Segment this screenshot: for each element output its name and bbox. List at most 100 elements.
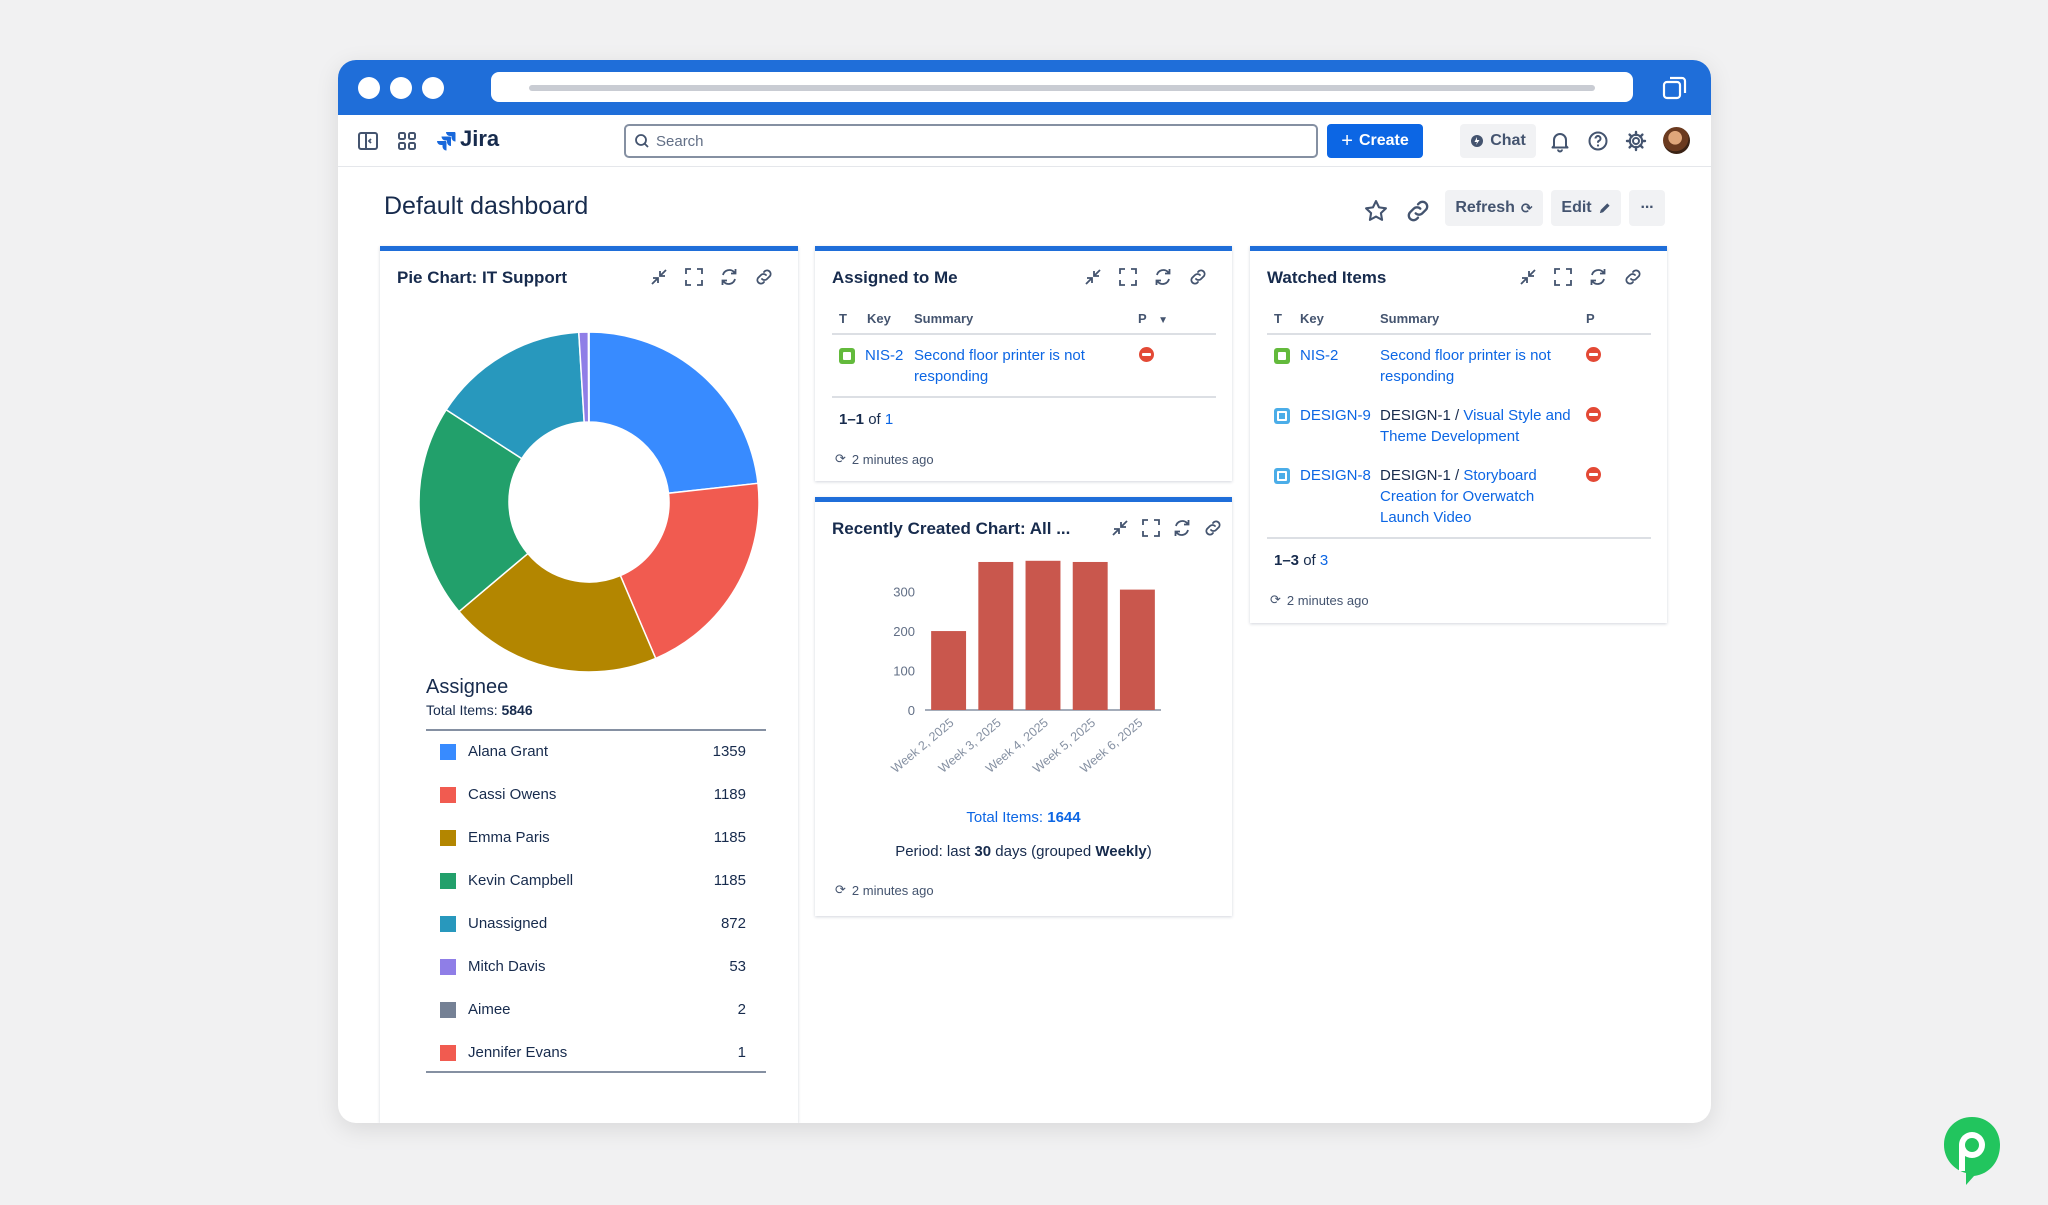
window-minimize-dot[interactable] — [390, 77, 412, 99]
col-header-priority[interactable]: P — [1586, 311, 1595, 326]
issue-key-link[interactable]: NIS-2 — [1300, 345, 1338, 366]
fullscreen-icon[interactable] — [1552, 266, 1574, 288]
table-divider — [1267, 537, 1651, 539]
window-maximize-dot[interactable] — [422, 77, 444, 99]
last-updated-text: 2 minutes ago — [851, 882, 934, 898]
create-button[interactable]: + Create — [1327, 124, 1423, 158]
priority-blocker-icon — [1139, 347, 1154, 362]
minimize-icon[interactable] — [1517, 266, 1539, 288]
search-box[interactable] — [624, 124, 1318, 158]
search-input[interactable] — [656, 130, 1296, 152]
bar[interactable] — [1119, 589, 1155, 710]
col-header-priority-label: P — [1138, 311, 1147, 326]
table-divider — [1267, 333, 1651, 335]
chat-label: Chat — [1490, 132, 1526, 149]
legend-item[interactable]: Unassigned 872 — [432, 914, 760, 934]
legend-item[interactable]: Kevin Campbell 1185 — [432, 871, 760, 891]
legend-count: 1359 — [712, 743, 746, 760]
legend-name: Aimee — [468, 1001, 511, 1018]
issue-summary-link[interactable]: Second floor printer is not responding — [1380, 347, 1551, 385]
chat-button[interactable]: Chat — [1460, 124, 1536, 158]
refresh-small-icon: ⟳ — [835, 451, 846, 466]
last-updated: ⟳ 2 minutes ago — [835, 451, 934, 467]
minimize-icon[interactable] — [1109, 517, 1131, 539]
legend-item[interactable]: Jennifer Evans 1 — [432, 1043, 760, 1063]
legend-divider-top — [426, 729, 766, 731]
chart-total-items: Total Items: 1644 — [815, 809, 1232, 826]
pagination: 1–3 of 3 — [1274, 552, 1328, 569]
edit-button[interactable]: Edit — [1551, 190, 1621, 226]
legend-title: Assignee — [426, 676, 509, 698]
star-icon[interactable] — [1362, 197, 1390, 225]
col-header-type[interactable]: T — [1274, 311, 1282, 326]
refresh-icon[interactable] — [718, 266, 740, 288]
legend-item[interactable]: Alana Grant 1359 — [432, 742, 760, 762]
legend-item[interactable]: Aimee 2 — [432, 1000, 760, 1020]
chevron-down-icon: ▼ — [1158, 315, 1168, 326]
y-tick-label: 200 — [893, 624, 915, 639]
issue-key-link[interactable]: DESIGN-8 — [1300, 465, 1371, 486]
refresh-icon[interactable] — [1171, 517, 1193, 539]
col-header-type[interactable]: T — [839, 311, 847, 326]
legend-name: Alana Grant — [468, 743, 549, 760]
bar[interactable] — [978, 561, 1014, 710]
col-header-summary[interactable]: Summary — [1380, 311, 1439, 326]
recently-created-chart-gadget: Recently Created Chart: All ... 0 100 200 3… — [815, 497, 1232, 916]
sidebar-toggle-icon[interactable] — [356, 129, 380, 153]
col-header-priority[interactable]: P ▼ — [1138, 311, 1168, 326]
link-icon[interactable] — [1187, 266, 1209, 288]
issue-summary: Second floor printer is not responding — [1380, 345, 1580, 387]
legend-item[interactable]: Mitch Davis 53 — [432, 957, 760, 977]
refresh-icon[interactable] — [1587, 266, 1609, 288]
pie-chart[interactable] — [416, 329, 762, 675]
chart-period: Period: last 30 days (grouped Weekly) — [815, 843, 1232, 860]
y-tick-label: 300 — [893, 585, 915, 600]
bar[interactable] — [1072, 561, 1108, 710]
story-type-icon — [839, 348, 855, 364]
fullscreen-icon[interactable] — [1140, 517, 1162, 539]
browser-window: Jira + Create Chat Default dashboard Ref… — [338, 60, 1711, 1123]
refresh-label: Refresh — [1455, 199, 1515, 216]
issue-summary-link[interactable]: Second floor printer is not responding — [914, 345, 1124, 387]
more-actions-button[interactable]: ··· — [1629, 190, 1665, 226]
legend-swatch — [440, 959, 456, 975]
jira-logo-icon[interactable] — [434, 129, 458, 153]
fullscreen-icon[interactable] — [1117, 266, 1139, 288]
minimize-icon[interactable] — [648, 266, 670, 288]
copy-link-icon[interactable] — [1404, 197, 1432, 225]
window-close-dot[interactable] — [358, 77, 380, 99]
app-switcher-icon[interactable] — [395, 129, 419, 153]
issue-key-link[interactable]: NIS-2 — [865, 345, 903, 366]
last-updated-text: 2 minutes ago — [851, 451, 934, 467]
legend-count: 2 — [737, 1001, 746, 1018]
app-name[interactable]: Jira — [460, 126, 499, 152]
bar[interactable] — [931, 631, 967, 710]
col-header-key[interactable]: Key — [1300, 311, 1324, 326]
gadget-title: Assigned to Me — [832, 268, 958, 287]
help-icon[interactable] — [1586, 129, 1610, 153]
user-avatar[interactable] — [1663, 127, 1690, 154]
tabs-icon[interactable] — [1661, 74, 1689, 102]
minimize-icon[interactable] — [1082, 266, 1104, 288]
pie-slice-alana-grant[interactable] — [588, 331, 759, 495]
settings-gear-icon[interactable] — [1624, 129, 1648, 153]
link-icon[interactable] — [1622, 266, 1644, 288]
pagination-total-link[interactable]: 1 — [885, 411, 893, 428]
pagination-total-link[interactable]: 3 — [1320, 552, 1328, 569]
legend-item[interactable]: Cassi Owens 1189 — [432, 785, 760, 805]
link-icon[interactable] — [753, 266, 775, 288]
legend-name: Emma Paris — [468, 829, 550, 846]
refresh-icon[interactable] — [1152, 266, 1174, 288]
address-bar[interactable] — [491, 72, 1633, 102]
refresh-button[interactable]: Refresh ⟳ — [1445, 190, 1543, 226]
col-header-key[interactable]: Key — [867, 311, 891, 326]
gadget-actions — [1517, 266, 1644, 288]
bar-chart[interactable]: 0100200300Week 2, 2025Week 3, 2025Week 4… — [865, 560, 1165, 800]
col-header-summary[interactable]: Summary — [914, 311, 973, 326]
bar[interactable] — [1025, 560, 1061, 710]
issue-key-link[interactable]: DESIGN-9 — [1300, 405, 1371, 426]
notifications-bell-icon[interactable] — [1548, 129, 1572, 153]
fullscreen-icon[interactable] — [683, 266, 705, 288]
legend-item[interactable]: Emma Paris 1185 — [432, 828, 760, 848]
link-icon[interactable] — [1202, 517, 1224, 539]
